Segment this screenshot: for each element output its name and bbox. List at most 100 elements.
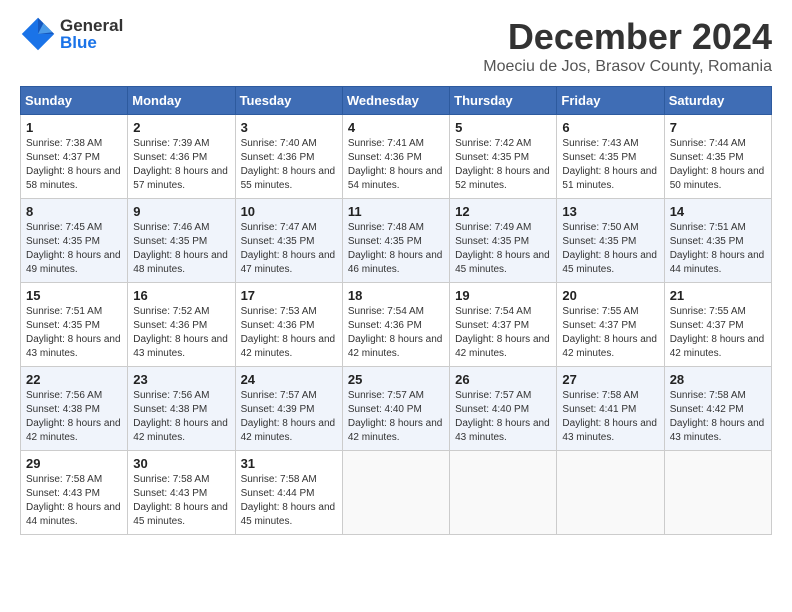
- day-number: 26: [455, 372, 551, 387]
- table-row: 27Sunrise: 7:58 AMSunset: 4:41 PMDayligh…: [557, 367, 664, 451]
- daylight-hours: Daylight: 8 hours and 45 minutes.: [455, 250, 550, 275]
- logo: General Blue: [20, 16, 123, 52]
- daylight-hours: Daylight: 8 hours and 47 minutes.: [241, 250, 336, 275]
- day-number: 20: [562, 288, 658, 303]
- day-number: 5: [455, 120, 551, 135]
- day-number: 4: [348, 120, 444, 135]
- table-row: 26 Sunrise: 7:57 AMSunset: 4:40 PMDayligh…: [450, 367, 557, 451]
- day-number: 11: [348, 204, 444, 219]
- daylight-hours: Daylight: 8 hours and 55 minutes.: [241, 166, 336, 191]
- daylight-hours: Daylight: 8 hours and 49 minutes.: [26, 250, 121, 275]
- day-info: Sunrise: 7:47 AMSunset: 4:35 PMDaylight:…: [241, 221, 337, 277]
- sunrise-time: Sunrise: 7:57 AM: [455, 390, 531, 401]
- day-info: Sunrise: 7:56 AMSunset: 4:38 PMDaylight:…: [133, 389, 229, 445]
- day-info: Sunrise: 7:57 AMSunset: 4:39 PMDaylight:…: [241, 389, 337, 445]
- sunrise-time: Sunrise: 7:53 AM: [241, 306, 317, 317]
- logo-icon: [20, 16, 56, 52]
- day-number: 10: [241, 204, 337, 219]
- day-number: 27: [562, 372, 658, 387]
- sunset-time: Sunset: 4:35 PM: [562, 236, 636, 247]
- sunrise-time: Sunrise: 7:57 AM: [241, 390, 317, 401]
- daylight-hours: Daylight: 8 hours and 51 minutes.: [562, 166, 657, 191]
- sunrise-time: Sunrise: 7:54 AM: [348, 306, 424, 317]
- table-row: 14Sunrise: 7:51 AMSunset: 4:35 PMDayligh…: [664, 199, 771, 283]
- day-number: 9: [133, 204, 229, 219]
- sunset-time: Sunset: 4:35 PM: [670, 152, 744, 163]
- calendar-week-row: 22 Sunrise: 7:56 AMSunset: 4:38 PMDayligh…: [21, 367, 772, 451]
- sunset-time: Sunset: 4:35 PM: [455, 236, 529, 247]
- title-section: December 2024 Moeciu de Jos, Brasov Coun…: [483, 16, 772, 76]
- sunrise-time: Sunrise: 7:58 AM: [241, 474, 317, 485]
- day-info: Sunrise: 7:57 AMSunset: 4:40 PMDaylight:…: [455, 389, 551, 445]
- day-number: 3: [241, 120, 337, 135]
- sunrise-time: Sunrise: 7:58 AM: [562, 390, 638, 401]
- day-info: Sunrise: 7:46 AM Sunset: 4:35 PM Daylight:…: [133, 221, 229, 277]
- day-info: Sunrise: 7:58 AMSunset: 4:43 PMDaylight:…: [26, 473, 122, 529]
- sunset-time: Sunset: 4:37 PM: [562, 320, 636, 331]
- sunset-time: Sunset: 4:36 PM: [133, 320, 207, 331]
- day-info: Sunrise: 7:40 AMSunset: 4:36 PMDaylight:…: [241, 137, 337, 193]
- day-info: Sunrise: 7:52 AMSunset: 4:36 PMDaylight:…: [133, 305, 229, 361]
- table-row: [450, 451, 557, 535]
- col-sunday: Sunday: [21, 87, 128, 115]
- sunrise-time: Sunrise: 7:48 AM: [348, 222, 424, 233]
- daylight-hours: Daylight: 8 hours and 48 minutes.: [133, 250, 228, 275]
- day-number: 13: [562, 204, 658, 219]
- sunrise-time: Sunrise: 7:45 AM: [26, 222, 102, 233]
- day-number: 19: [455, 288, 551, 303]
- day-number: 21: [670, 288, 766, 303]
- day-info: Sunrise: 7:53 AMSunset: 4:36 PMDaylight:…: [241, 305, 337, 361]
- daylight-hours: Daylight: 8 hours and 42 minutes.: [133, 418, 228, 443]
- calendar-table: Sunday Monday Tuesday Wednesday Thursday…: [20, 86, 772, 535]
- daylight-hours: Daylight: 8 hours and 54 minutes.: [348, 166, 443, 191]
- sunrise-time: Sunrise: 7:39 AM: [133, 138, 209, 149]
- sunset-time: Sunset: 4:37 PM: [670, 320, 744, 331]
- day-number: 28: [670, 372, 766, 387]
- sunset-time: Sunset: 4:39 PM: [241, 404, 315, 415]
- table-row: 10 Sunrise: 7:47 AMSunset: 4:35 PMDayligh…: [235, 199, 342, 283]
- table-row: 16Sunrise: 7:52 AMSunset: 4:36 PMDayligh…: [128, 283, 235, 367]
- table-row: 6Sunrise: 7:43 AMSunset: 4:35 PMDaylight…: [557, 115, 664, 199]
- daylight-hours: Daylight: 8 hours and 42 minutes.: [562, 334, 657, 359]
- daylight-hours: Daylight: 8 hours and 52 minutes.: [455, 166, 550, 191]
- sunset-time: Sunset: 4:35 PM: [670, 236, 744, 247]
- daylight-hours: Daylight: 8 hours and 43 minutes.: [670, 418, 765, 443]
- day-number: 29: [26, 456, 122, 471]
- col-saturday: Saturday: [664, 87, 771, 115]
- sunrise-time: Sunrise: 7:40 AM: [241, 138, 317, 149]
- sunrise-time: Sunrise: 7:38 AM: [26, 138, 102, 149]
- table-row: 15Sunrise: 7:51 AMSunset: 4:35 PMDayligh…: [21, 283, 128, 367]
- sunrise-time: Sunrise: 7:46 AM: [133, 222, 209, 233]
- table-row: 24Sunrise: 7:57 AMSunset: 4:39 PMDayligh…: [235, 367, 342, 451]
- table-row: 21Sunrise: 7:55 AMSunset: 4:37 PMDayligh…: [664, 283, 771, 367]
- day-info: Sunrise: 7:48 AMSunset: 4:35 PMDaylight:…: [348, 221, 444, 277]
- day-info: Sunrise: 7:55 AMSunset: 4:37 PMDaylight:…: [562, 305, 658, 361]
- logo-general-text: General: [60, 17, 123, 34]
- day-number: 2: [133, 120, 229, 135]
- day-number: 24: [241, 372, 337, 387]
- sunset-time: Sunset: 4:35 PM: [26, 320, 100, 331]
- sunrise-time: Sunrise: 7:55 AM: [670, 306, 746, 317]
- day-info: Sunrise: 7:38 AMSunset: 4:37 PMDaylight:…: [26, 137, 122, 193]
- table-row: 11 Sunrise: 7:48 AMSunset: 4:35 PMDayligh…: [342, 199, 449, 283]
- day-info: Sunrise: 7:51 AMSunset: 4:35 PMDaylight:…: [670, 221, 766, 277]
- day-number: 22: [26, 372, 122, 387]
- table-row: [342, 451, 449, 535]
- sunset-time: Sunset: 4:35 PM: [133, 236, 207, 247]
- day-info: Sunrise: 7:50 AMSunset: 4:35 PMDaylight:…: [562, 221, 658, 277]
- day-number: 7: [670, 120, 766, 135]
- day-number: 15: [26, 288, 122, 303]
- day-info: Sunrise: 7:56 AMSunset: 4:38 PMDaylight:…: [26, 389, 122, 445]
- sunset-time: Sunset: 4:37 PM: [26, 152, 100, 163]
- table-row: 25Sunrise: 7:57 AMSunset: 4:40 PMDayligh…: [342, 367, 449, 451]
- sunrise-time: Sunrise: 7:42 AM: [455, 138, 531, 149]
- table-row: [664, 451, 771, 535]
- sunrise-time: Sunrise: 7:58 AM: [670, 390, 746, 401]
- daylight-hours: Daylight: 8 hours and 50 minutes.: [670, 166, 765, 191]
- table-row: 30Sunrise: 7:58 AMSunset: 4:43 PMDayligh…: [128, 451, 235, 535]
- sunrise-time: Sunrise: 7:51 AM: [670, 222, 746, 233]
- daylight-hours: Daylight: 8 hours and 42 minutes.: [455, 334, 550, 359]
- day-number: 6: [562, 120, 658, 135]
- sunset-time: Sunset: 4:36 PM: [348, 152, 422, 163]
- day-info: Sunrise: 7:54 AMSunset: 4:36 PMDaylight:…: [348, 305, 444, 361]
